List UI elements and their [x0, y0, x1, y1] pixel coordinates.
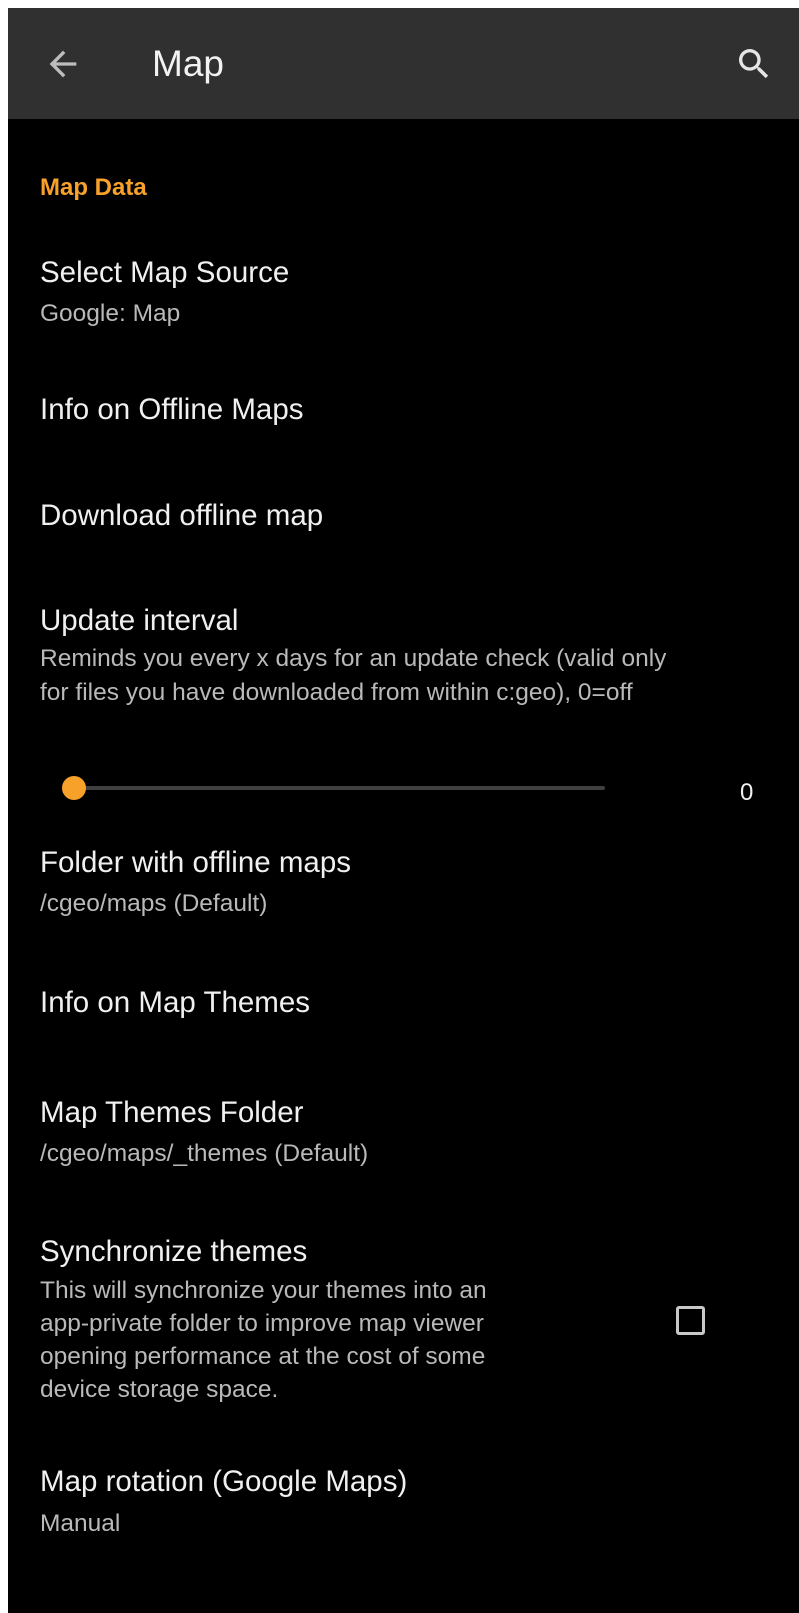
pref-title: Info on Offline Maps [40, 393, 304, 426]
sync-themes-checkbox[interactable] [676, 1306, 705, 1335]
settings-screen: Map Map Data Select Map Source Google: M… [8, 8, 799, 1613]
pref-title: Map Themes Folder [40, 1096, 304, 1129]
pref-title: Update interval [40, 604, 239, 637]
pref-summary: device storage space. [40, 1376, 279, 1403]
pref-map-themes-folder[interactable]: Map Themes Folder /cgeo/maps/_themes (De… [8, 1089, 799, 1189]
app-bar: Map [8, 8, 799, 119]
pref-summary: Google: Map [40, 300, 181, 327]
update-interval-slider-track[interactable] [72, 786, 605, 790]
pref-map-rotation[interactable]: Map rotation (Google Maps) Manual [8, 1464, 799, 1564]
arrow-left-icon [49, 50, 77, 78]
page-title: Map [152, 43, 224, 84]
pref-summary: Reminds you every x days for an update c… [40, 645, 667, 672]
pref-summary: Manual [40, 1510, 121, 1537]
pref-title: Download offline map [40, 499, 324, 532]
pref-summary: /cgeo/maps/_themes (Default) [40, 1140, 369, 1167]
pref-title: Folder with offline maps [40, 846, 351, 879]
pref-info-offline-maps[interactable]: Info on Offline Maps [8, 384, 799, 454]
pref-offline-maps-folder[interactable]: Folder with offline maps /cgeo/maps (Def… [8, 839, 799, 939]
pref-select-map-source[interactable]: Select Map Source Google: Map [8, 249, 799, 349]
pref-summary: This will synchronize your themes into a… [40, 1277, 487, 1304]
pref-info-map-themes[interactable]: Info on Map Themes [8, 974, 799, 1044]
pref-title: Info on Map Themes [40, 986, 311, 1019]
pref-summary: for files you have downloaded from withi… [40, 679, 633, 706]
pref-title: Synchronize themes [40, 1235, 308, 1268]
pref-title: Map rotation (Google Maps) [40, 1465, 408, 1498]
update-interval-slider-thumb[interactable] [62, 776, 86, 800]
pref-summary: opening performance at the cost of some [40, 1343, 486, 1370]
category-header: Map Data [40, 174, 147, 201]
search-icon [739, 49, 769, 79]
pref-summary: /cgeo/maps (Default) [40, 890, 268, 917]
pref-update-interval[interactable]: Update interval Reminds you every x days… [8, 594, 799, 734]
pref-title: Select Map Source [40, 256, 290, 289]
pref-summary: app-private folder to improve map viewer [40, 1310, 484, 1337]
pref-download-offline-map[interactable]: Download offline map [8, 489, 799, 559]
search-button[interactable] [729, 40, 779, 88]
update-interval-value: 0 [740, 779, 754, 806]
back-button[interactable] [38, 42, 88, 86]
